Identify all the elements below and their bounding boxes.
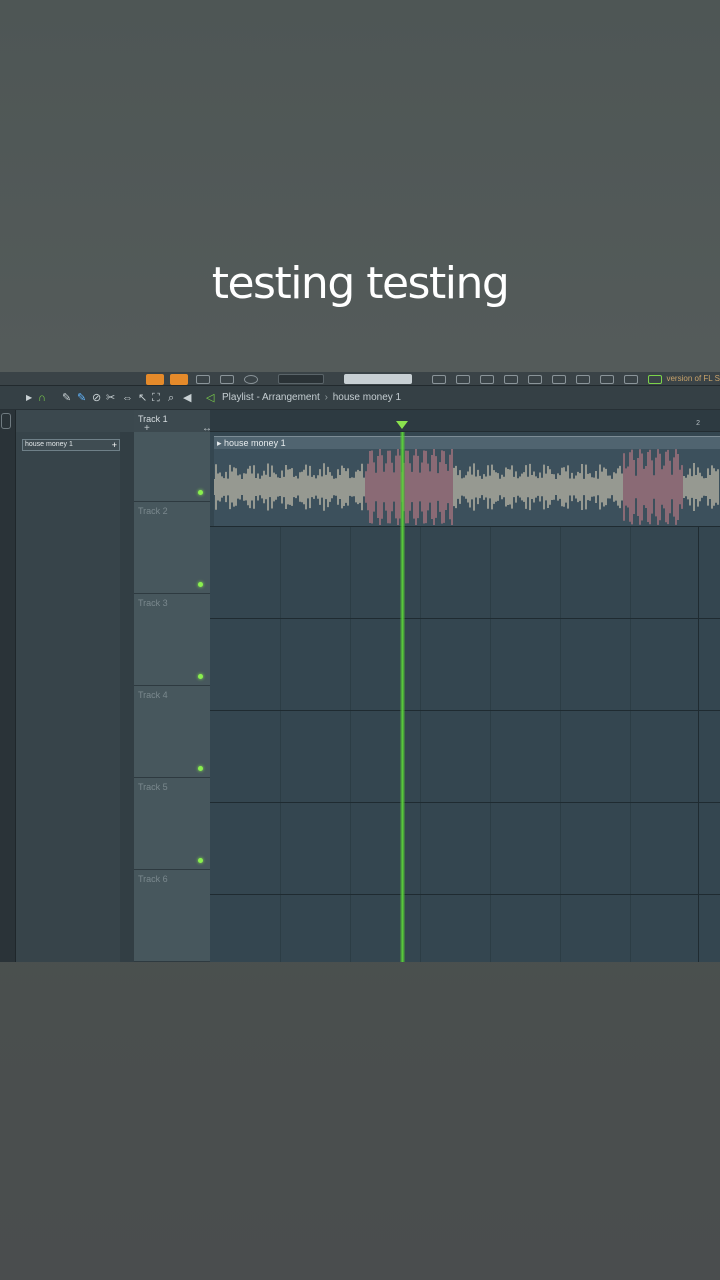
track-label: Track 2: [138, 506, 168, 516]
tool-icon[interactable]: [648, 375, 662, 384]
tool-icon[interactable]: [576, 375, 590, 384]
audio-clip[interactable]: ▸ house money 1: [214, 436, 720, 526]
track-headers: + ↔ Track 1 Track 2 Track 3 Track 4 Trac…: [134, 410, 212, 962]
pattern-mode-icon[interactable]: [170, 374, 188, 385]
clip-title: ▸ house money 1: [214, 437, 720, 449]
add-icon[interactable]: +: [112, 440, 117, 450]
tool-icon[interactable]: [456, 375, 470, 384]
bar-line: [698, 526, 699, 962]
metronome-icon[interactable]: [244, 375, 258, 384]
beat-line: [420, 526, 421, 962]
track-divider: [210, 710, 720, 711]
left-edge-panel: [0, 410, 16, 962]
track-led[interactable]: [198, 582, 203, 587]
clip-browser: house money 1 +: [16, 410, 134, 962]
track-label: Track 3: [138, 598, 168, 608]
track-label: Track 4: [138, 690, 168, 700]
beat-line: [490, 526, 491, 962]
tool-icon[interactable]: [600, 375, 614, 384]
panel-toggle[interactable]: [1, 413, 11, 429]
playlist-toolbar: ▶ ∩ ✎ ✎ ⊘ ✂ ⇔ ↖ ⛶ ⌕ ◀ ◁ Playlist - Arran…: [0, 386, 720, 410]
tool-icon[interactable]: [480, 375, 494, 384]
track-header[interactable]: Track 4: [134, 686, 210, 778]
track-header[interactable]: Track 6: [134, 870, 210, 962]
beat-line: [560, 526, 561, 962]
track-label: Track 6: [138, 874, 168, 884]
clip-arrow-icon: ▸: [217, 438, 225, 448]
tool-icon[interactable]: [504, 375, 518, 384]
track-led[interactable]: [198, 766, 203, 771]
fl-main-toolbar: version of FL S: [0, 372, 720, 386]
browser-header: [16, 410, 134, 432]
track-label: Track 1: [138, 414, 168, 424]
tool-icon[interactable]: [528, 375, 542, 384]
arrow-icon[interactable]: ▶: [26, 391, 32, 405]
snap-selector[interactable]: [278, 374, 324, 384]
tool-icon[interactable]: [624, 375, 638, 384]
track-led[interactable]: [198, 490, 203, 495]
tool-icon[interactable]: [552, 375, 566, 384]
select-icon[interactable]: ↖: [138, 391, 147, 405]
select-region-icon[interactable]: ⛶: [152, 391, 160, 405]
slip-icon[interactable]: ⇔: [122, 391, 133, 405]
beat-line: [350, 526, 351, 962]
track-divider: [210, 894, 720, 895]
version-label: version of FL S: [666, 374, 720, 383]
timeline-ruler[interactable]: 2: [210, 410, 720, 432]
browser-item-label: house money 1: [25, 441, 73, 448]
track-header[interactable]: Track 5: [134, 778, 210, 870]
magnet-icon[interactable]: ∩: [38, 391, 46, 405]
video-caption: testing testing: [211, 258, 510, 309]
record-icon[interactable]: [146, 374, 164, 385]
fl-studio-screen-recording: version of FL S ▶ ∩ ✎ ✎ ⊘ ✂ ⇔ ↖ ⛶ ⌕ ◀ ◁ …: [0, 372, 720, 962]
window-title: Playlist - Arrangement: [222, 392, 320, 403]
track-divider: [210, 618, 720, 619]
track-header[interactable]: Track 2: [134, 502, 210, 594]
breadcrumb: Playlist - Arrangement › house money 1: [222, 392, 401, 403]
playback-icon[interactable]: ◀: [183, 391, 191, 405]
waveform: [214, 449, 719, 525]
tool-icon[interactable]: [220, 375, 234, 384]
tool-icon[interactable]: [432, 375, 446, 384]
track-led[interactable]: [198, 674, 203, 679]
beat-line: [280, 526, 281, 962]
track-header[interactable]: Track 3: [134, 594, 210, 686]
zoom-icon[interactable]: ⌕: [168, 391, 174, 405]
track-header[interactable]: Track 1: [134, 410, 210, 502]
playhead-marker[interactable]: [396, 421, 408, 429]
paint-icon[interactable]: ✎: [77, 391, 86, 405]
track-divider: [210, 802, 720, 803]
beat-line: [630, 526, 631, 962]
pattern-name[interactable]: house money 1: [333, 392, 401, 403]
playhead[interactable]: [400, 432, 405, 962]
pattern-selector[interactable]: [344, 374, 412, 384]
arrangement-grid[interactable]: 2 ▸ house money 1: [210, 410, 720, 962]
mute-icon[interactable]: ⊘: [92, 391, 101, 405]
clip-label: house money 1: [224, 438, 286, 448]
tool-icon[interactable]: [196, 375, 210, 384]
browser-item[interactable]: house money 1 +: [22, 439, 120, 451]
pencil-icon[interactable]: ✎: [62, 391, 71, 405]
slice-icon[interactable]: ✂: [106, 391, 115, 405]
breadcrumb-separator: ›: [324, 392, 328, 403]
track-label: Track 5: [138, 782, 168, 792]
browser-scroll-column[interactable]: [120, 432, 134, 962]
bar-number: 2: [696, 420, 700, 427]
speaker-icon[interactable]: ◁: [206, 391, 214, 405]
track-led[interactable]: [198, 858, 203, 863]
